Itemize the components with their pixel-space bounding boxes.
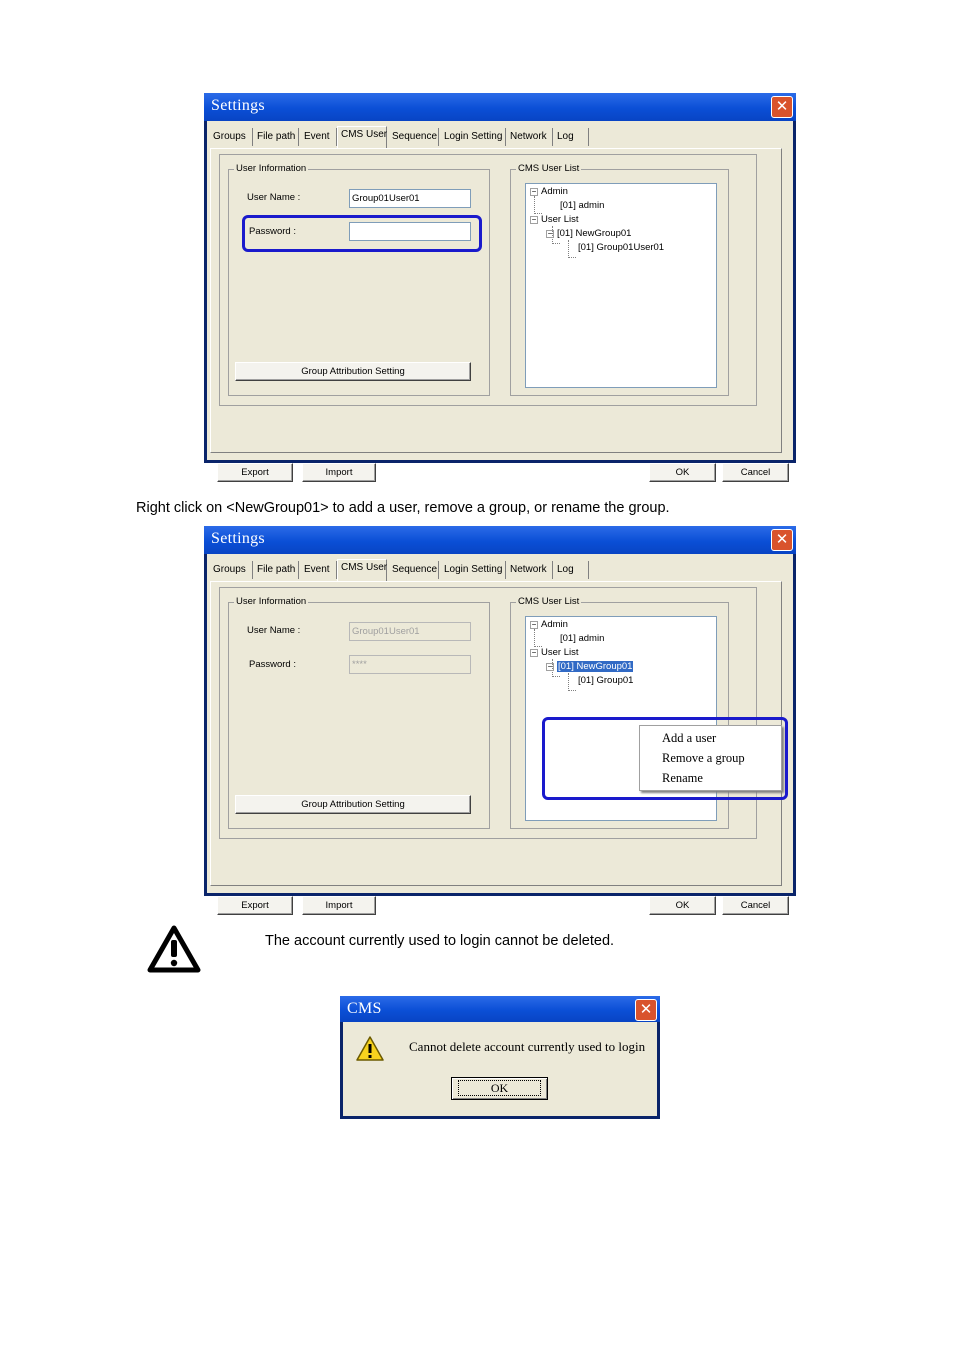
instruction-text: Right click on <NewGroup01> to add a use… — [136, 500, 670, 516]
tab-login-setting[interactable]: Login Setting — [444, 128, 506, 146]
tree-node-user-list[interactable]: − User List — [530, 647, 578, 658]
user-information-legend: User Information — [234, 596, 309, 607]
tab-log[interactable]: Log — [557, 561, 589, 579]
tree-node-group[interactable]: − [01] NewGroup01 — [546, 228, 631, 239]
import-button[interactable]: Import — [302, 896, 376, 915]
group-attribution-setting-button[interactable]: Group Attribution Setting — [235, 362, 471, 381]
export-button[interactable]: Export — [217, 896, 293, 915]
tree-connector — [568, 673, 576, 691]
collapse-icon[interactable]: − — [530, 621, 538, 629]
tree-node-group-user[interactable]: [01] Group01 — [578, 675, 633, 686]
dialog-ok-button[interactable]: OK — [451, 1077, 548, 1100]
collapse-icon[interactable]: − — [530, 188, 538, 196]
tree-node-group-user[interactable]: [01] Group01User01 — [578, 242, 664, 253]
user-information-group: User Information User Name : Group01User… — [228, 163, 490, 396]
user-name-label: User Name : — [247, 192, 301, 203]
group-attribution-setting-button[interactable]: Group Attribution Setting — [235, 795, 471, 814]
ok-button[interactable]: OK — [649, 463, 716, 482]
tree-connector — [534, 629, 542, 647]
user-information-legend: User Information — [234, 163, 309, 174]
tab-network[interactable]: Network — [510, 561, 553, 579]
tree-connector — [534, 196, 542, 214]
tab-event[interactable]: Event — [304, 128, 337, 146]
title-bar[interactable]: Settings ✕ — [204, 93, 796, 121]
tab-log[interactable]: Log — [557, 128, 589, 146]
panel-frame: User Information User Name : Group01User… — [219, 587, 757, 839]
tab-file-path[interactable]: File path — [257, 128, 299, 146]
cms-user-list-legend: CMS User List — [516, 596, 582, 607]
cms-user-list-legend: CMS User List — [516, 163, 582, 174]
warning-triangle-icon — [147, 925, 201, 973]
collapse-icon[interactable]: − — [546, 230, 554, 238]
close-icon[interactable]: ✕ — [771, 96, 793, 118]
dialog-title-bar[interactable]: CMS ✕ — [340, 996, 660, 1022]
tree-node-group[interactable]: − [01] NewGroup01 — [546, 661, 634, 672]
settings-window-1: Settings ✕ Groups File path Event CMS Us… — [204, 93, 796, 482]
dialog-client: Cannot delete account currently used to … — [343, 1022, 657, 1116]
dialog-title: CMS — [347, 1000, 382, 1017]
collapse-icon[interactable]: − — [546, 663, 554, 671]
cancel-button[interactable]: Cancel — [722, 896, 789, 915]
warning-note-text: The account currently used to login cann… — [265, 933, 615, 949]
tree-node-admin-child[interactable]: [01] admin — [560, 633, 604, 644]
user-name-input: Group01User01 — [349, 622, 471, 641]
close-icon[interactable]: ✕ — [771, 529, 793, 551]
window-client: Groups File path Event CMS User Sequence… — [207, 554, 793, 915]
title-bar[interactable]: Settings ✕ — [204, 526, 796, 554]
tree-node-admin-child[interactable]: [01] admin — [560, 200, 604, 211]
password-highlight — [242, 215, 482, 252]
tab-sequence[interactable]: Sequence — [392, 561, 439, 579]
context-menu-highlight — [542, 717, 788, 800]
tab-file-path[interactable]: File path — [257, 561, 299, 579]
dialog-ok-label: OK — [457, 1080, 542, 1096]
close-icon[interactable]: ✕ — [635, 999, 657, 1021]
tab-cms-user[interactable]: CMS User — [337, 559, 387, 581]
panel-frame: User Information User Name : Group01User… — [219, 154, 757, 406]
tree-node-admin[interactable]: − Admin — [530, 619, 568, 630]
cms-user-panel: User Information User Name : Group01User… — [210, 581, 788, 886]
window-client: Groups File path Event CMS User Sequence… — [207, 121, 793, 482]
cms-user-panel: User Information User Name : Group01User… — [210, 148, 782, 453]
collapse-icon[interactable]: − — [530, 216, 538, 224]
import-button[interactable]: Import — [302, 463, 376, 482]
collapse-icon[interactable]: − — [530, 649, 538, 657]
dialog-message: Cannot delete account currently used to … — [409, 1039, 646, 1054]
tab-groups[interactable]: Groups — [213, 128, 253, 146]
tree-node-admin[interactable]: − Admin — [530, 186, 568, 197]
settings-window-2: Settings ✕ Groups File path Event CMS Us… — [204, 526, 796, 915]
tab-groups[interactable]: Groups — [213, 561, 253, 579]
alert-icon — [356, 1036, 384, 1061]
window-title: Settings — [211, 97, 265, 114]
tab-event[interactable]: Event — [304, 561, 337, 579]
user-tree[interactable]: − Admin [01] admin − User List − [01] NewGr… — [525, 183, 717, 388]
cms-user-list-group: CMS User List − Admin [01] admin − User Li… — [510, 163, 729, 396]
password-input: **** — [349, 655, 471, 674]
user-information-group: User Information User Name : Group01User… — [228, 596, 490, 829]
export-button[interactable]: Export — [217, 463, 293, 482]
tab-cms-user[interactable]: CMS User — [337, 126, 387, 148]
window-title: Settings — [211, 530, 265, 547]
selected-group-label: [01] NewGroup01 — [557, 661, 634, 672]
cancel-button[interactable]: Cancel — [722, 463, 789, 482]
user-name-input[interactable]: Group01User01 — [349, 189, 471, 208]
password-label: Password : — [249, 659, 296, 670]
tree-connector — [568, 240, 576, 258]
ok-button[interactable]: OK — [649, 896, 716, 915]
tab-login-setting[interactable]: Login Setting — [444, 561, 506, 579]
user-name-label: User Name : — [247, 625, 301, 636]
cms-dialog: CMS ✕ Cannot delete account currently us… — [340, 996, 660, 1119]
tree-node-user-list[interactable]: − User List — [530, 214, 578, 225]
tab-sequence[interactable]: Sequence — [392, 128, 439, 146]
tab-network[interactable]: Network — [510, 128, 553, 146]
